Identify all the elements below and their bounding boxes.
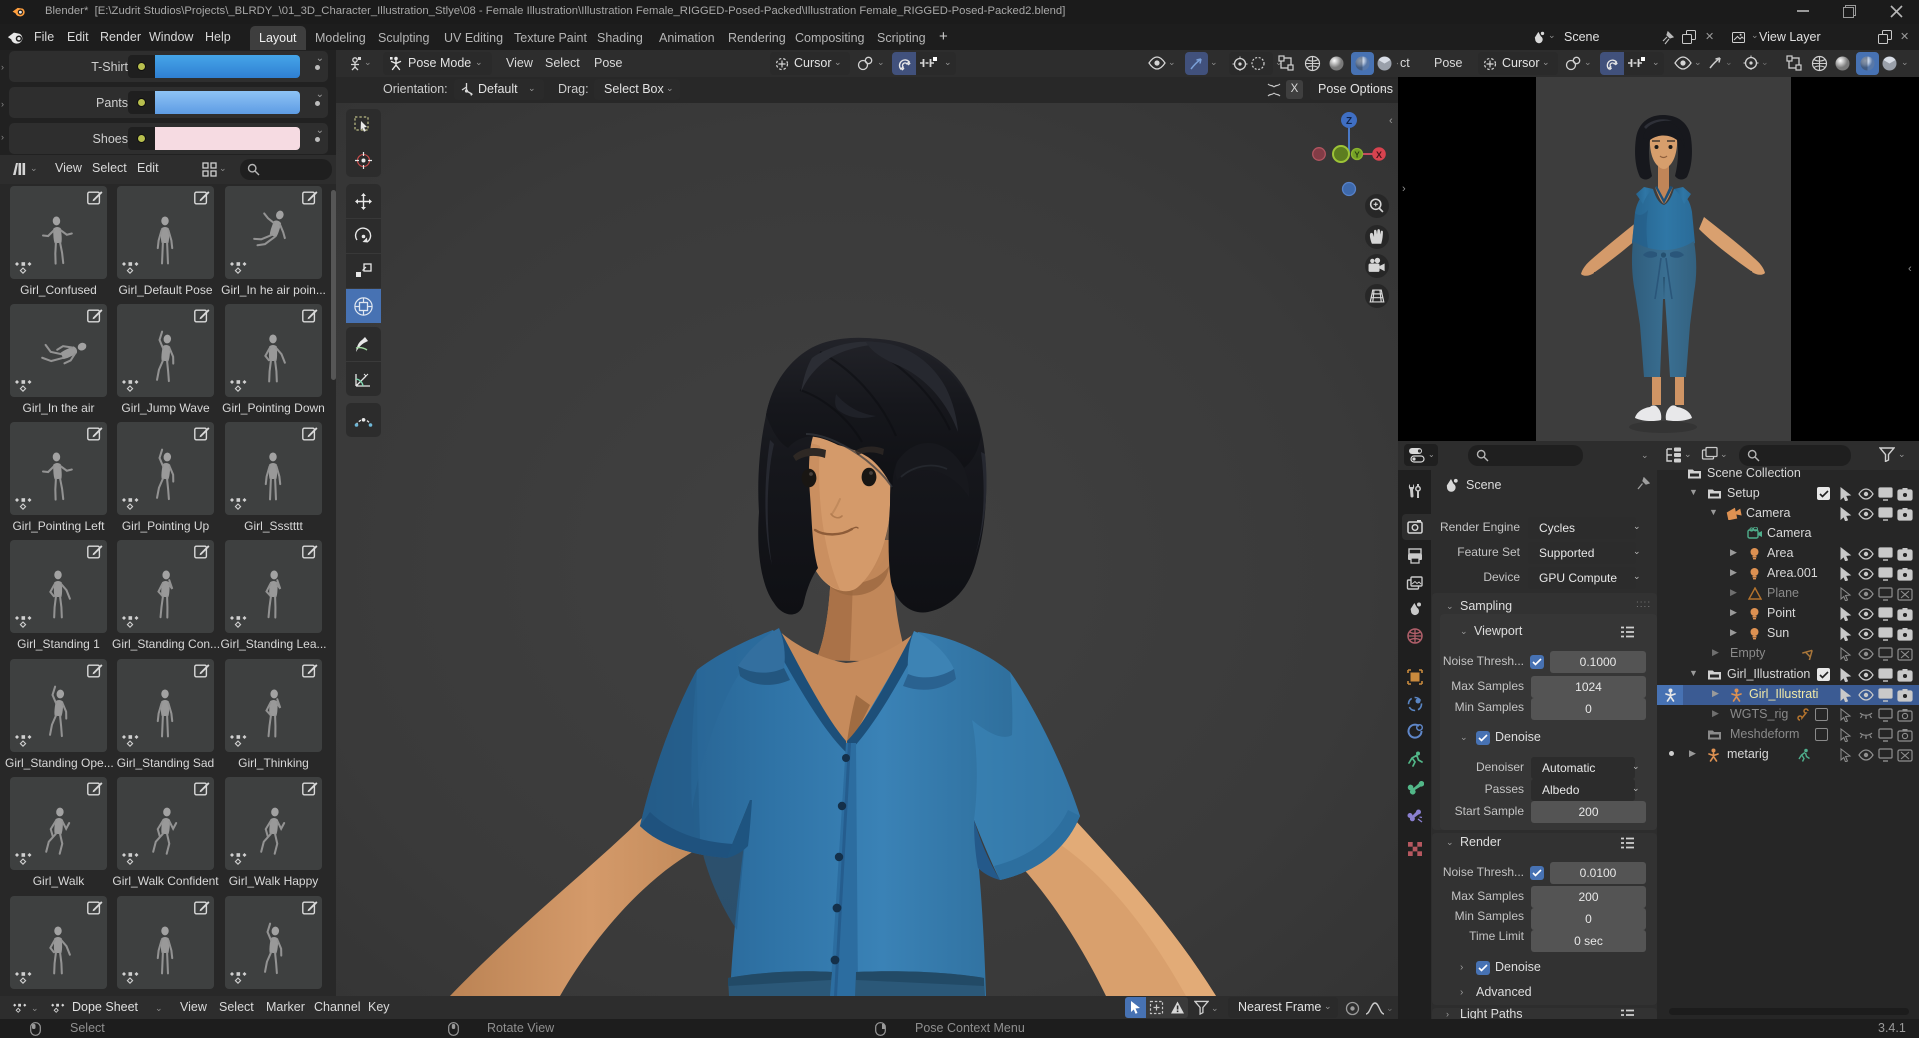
svg-text:Y: Y [1354,151,1360,160]
svg-text:X: X [1376,150,1382,160]
svg-text:Z: Z [1346,116,1352,127]
